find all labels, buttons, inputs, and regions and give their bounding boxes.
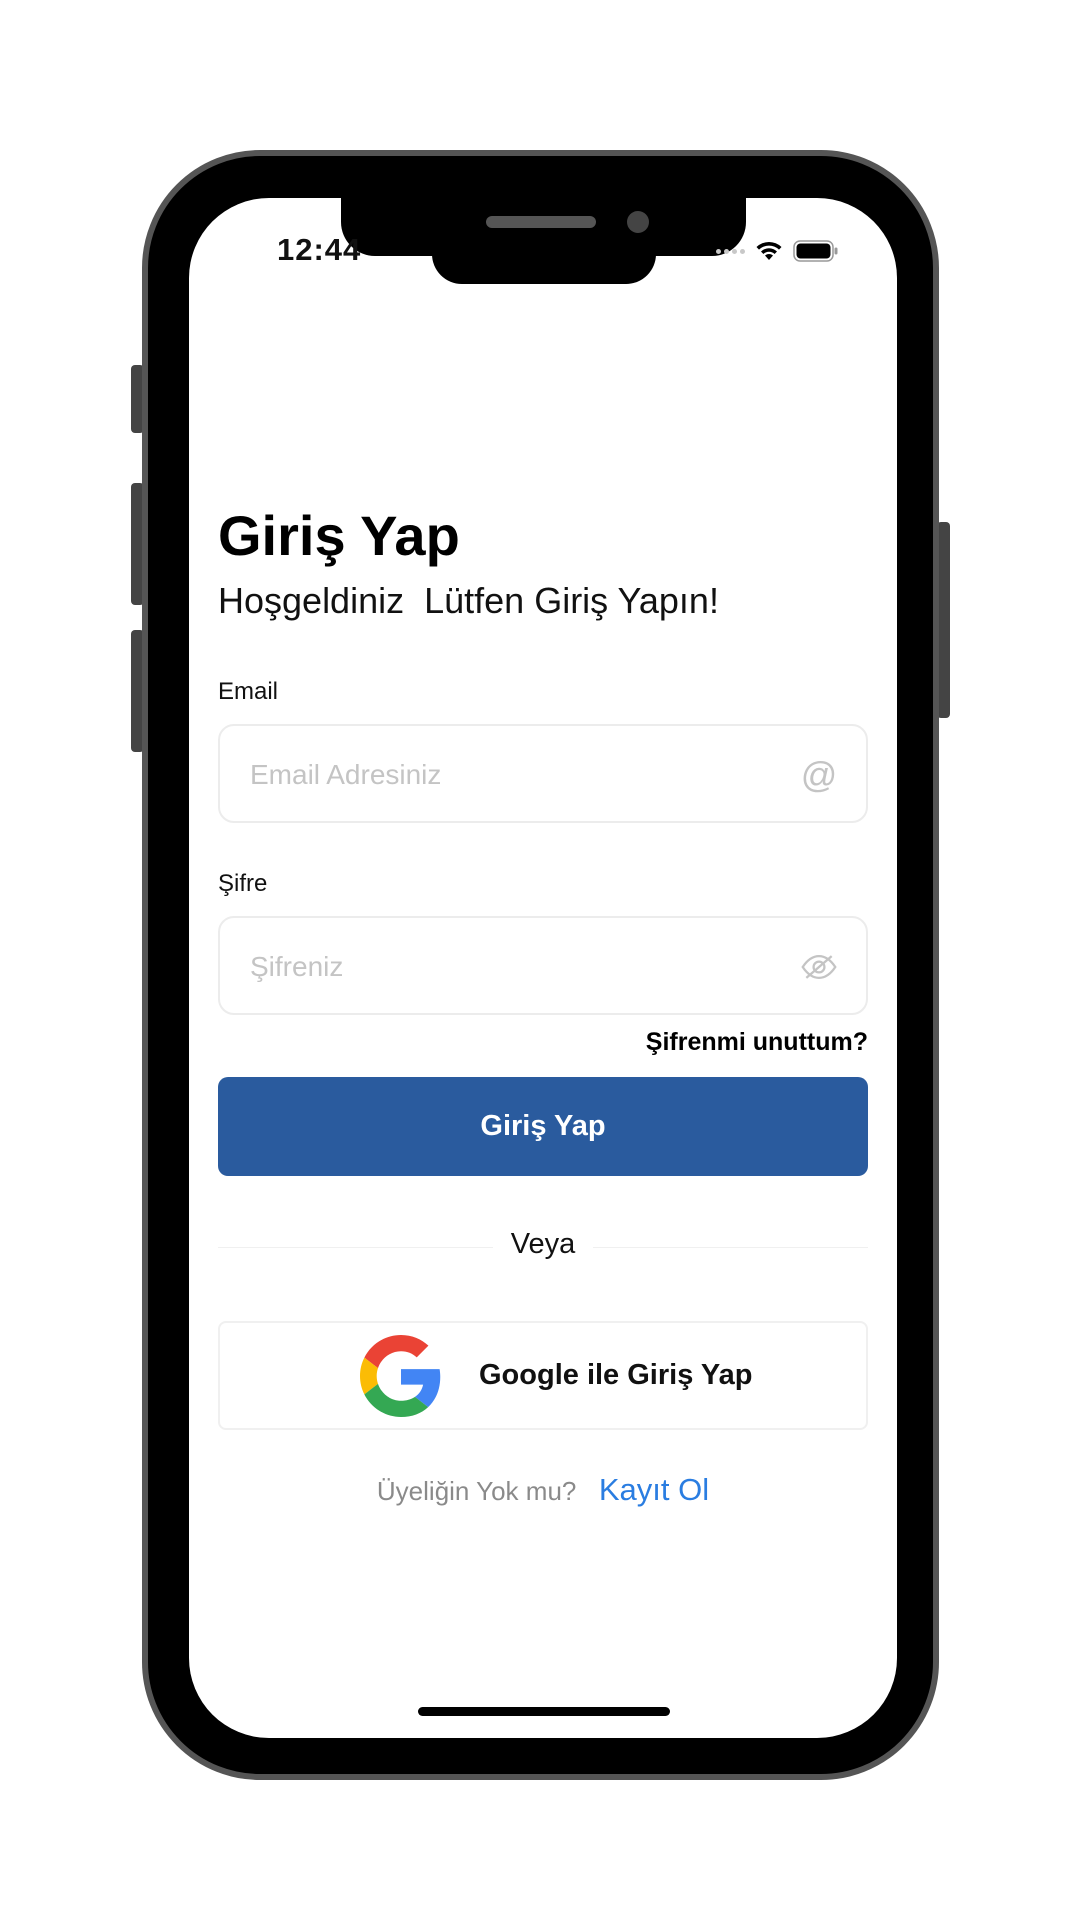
status-indicators: [716, 240, 839, 262]
email-field-container: @: [218, 724, 868, 823]
phone-screen: 12:44 Giriş Yap Hoşgeldiniz Lütfen Giriş…: [189, 198, 897, 1738]
email-label: Email: [218, 678, 279, 705]
signal-dots-icon: [716, 248, 745, 254]
google-login-label: Google ile Giriş Yap: [479, 1359, 753, 1391]
eye-off-icon[interactable]: [800, 948, 838, 986]
page-title: Giriş Yap: [218, 504, 460, 567]
status-time: 12:44: [277, 232, 362, 267]
front-camera: [627, 211, 649, 233]
password-label: Şifre: [218, 870, 268, 897]
signup-prompt: Üyeliğin Yok mu?: [376, 1476, 577, 1506]
google-logo-icon: [360, 1335, 441, 1417]
password-field-container: [218, 916, 868, 1015]
at-icon: @: [800, 754, 838, 795]
signup-row: Üyeliğin Yok mu? Kayıt Ol: [218, 1472, 868, 1508]
google-login-button[interactable]: Google ile Giriş Yap: [218, 1321, 868, 1430]
earpiece-speaker: [486, 216, 596, 228]
wifi-icon: [756, 241, 782, 260]
home-indicator[interactable]: [418, 1707, 670, 1716]
email-field[interactable]: [248, 726, 772, 823]
password-field[interactable]: [248, 918, 772, 1015]
forgot-password-link[interactable]: Şifrenmi unuttum?: [646, 1028, 868, 1057]
page-subtitle: Hoşgeldiniz Lütfen Giriş Yapın!: [218, 580, 719, 621]
notch-bottom: [432, 238, 656, 284]
battery-icon: [793, 240, 838, 262]
signup-link[interactable]: Kayıt Ol: [599, 1472, 709, 1507]
divider-text: Veya: [493, 1228, 593, 1261]
login-button[interactable]: Giriş Yap: [218, 1077, 868, 1176]
